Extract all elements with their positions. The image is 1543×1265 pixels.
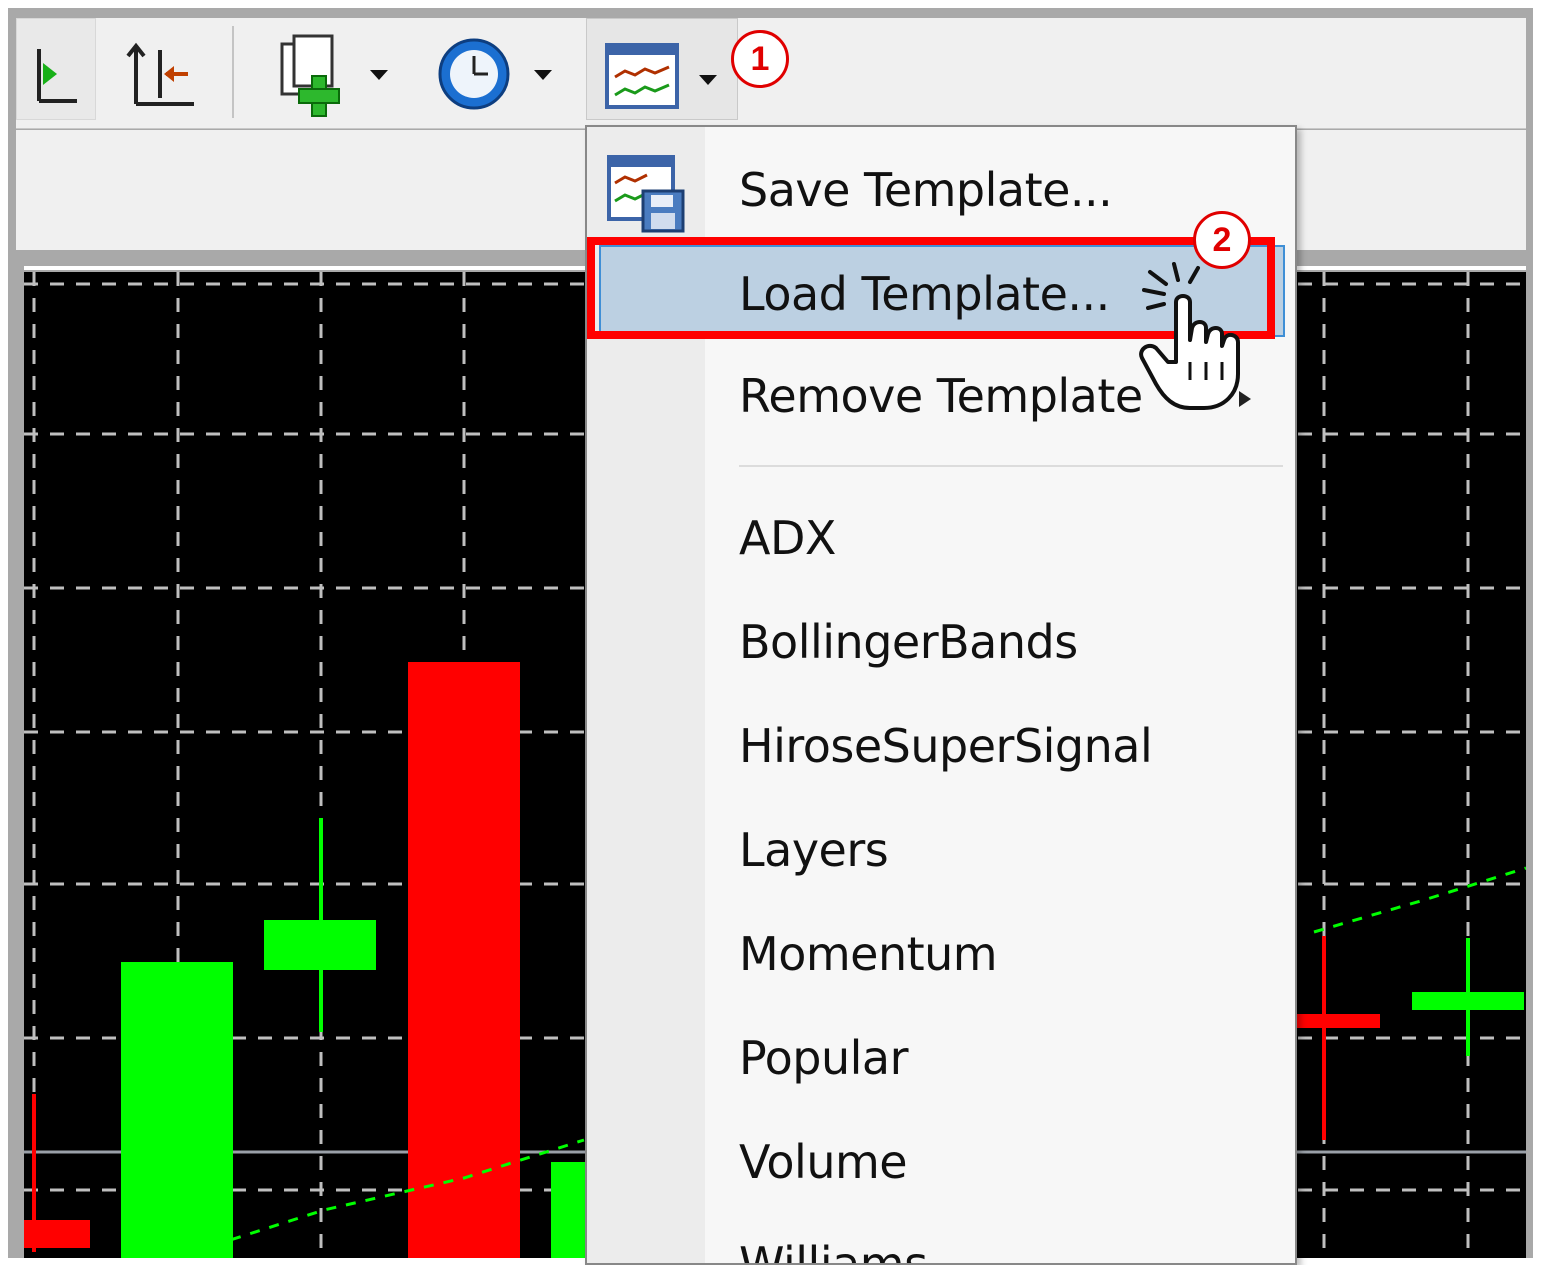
menu-item-template[interactable]: Momentum [739, 927, 998, 981]
menu-item-template[interactable]: ADX [739, 511, 836, 565]
periods-button[interactable] [434, 18, 564, 118]
clock-periods-icon [438, 38, 510, 110]
chart-shift-button[interactable] [116, 18, 206, 118]
templates-button[interactable] [586, 18, 738, 120]
menu-item-save-template[interactable]: Save Template... [739, 163, 1113, 217]
menu-item-template[interactable]: Popular [739, 1031, 908, 1085]
menu-item-template[interactable]: Williams [739, 1237, 928, 1263]
bullish-candle [264, 920, 376, 970]
menu-item-template[interactable]: Layers [739, 823, 889, 877]
toolbar-separator [232, 26, 234, 118]
new-chart-icon [280, 34, 340, 117]
menu-item-template[interactable]: HiroseSuperSignal [739, 719, 1153, 773]
menu-separator [739, 465, 1283, 467]
bullish-candle [121, 962, 233, 1258]
step-1-callout: 1 [731, 30, 789, 88]
play-chart-icon [37, 49, 77, 103]
step-2-callout: 2 [1193, 211, 1251, 269]
chevron-down-icon[interactable] [370, 70, 388, 80]
menu-item-template[interactable]: BollingerBands [739, 615, 1078, 669]
chevron-down-icon[interactable] [699, 75, 717, 85]
chevron-down-icon[interactable] [534, 70, 552, 80]
menu-item-remove-template[interactable]: Remove Template [739, 369, 1143, 423]
play-chart-button[interactable] [16, 18, 96, 120]
bullish-candle [1412, 992, 1524, 1010]
hand-pointer-cursor-icon [1139, 262, 1240, 410]
new-chart-button[interactable] [272, 18, 402, 118]
bearish-candle [24, 1220, 90, 1248]
templates-icon [605, 43, 679, 109]
menu-item-template[interactable]: Volume [739, 1135, 908, 1189]
chart-shift-icon [126, 42, 194, 106]
menu-item-load-template[interactable]: Load Template... [739, 267, 1110, 321]
save-template-icon [607, 155, 685, 233]
bearish-candle [408, 662, 520, 1258]
moving-average-line [173, 1138, 585, 1258]
moving-average-line [1313, 866, 1526, 934]
